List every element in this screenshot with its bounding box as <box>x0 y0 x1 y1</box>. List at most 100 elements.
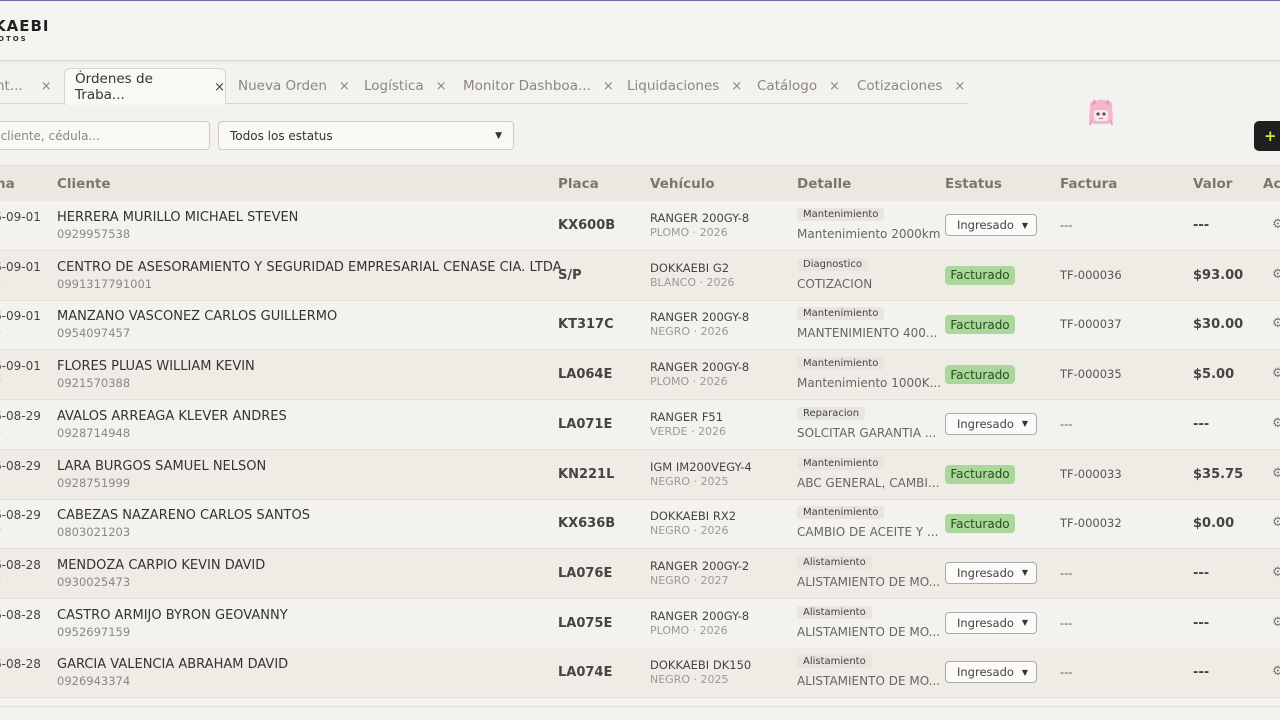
row-client-id: 0803021203 <box>57 525 131 540</box>
chevron-down-icon: ▼ <box>1021 568 1029 578</box>
tab-label: Cotizaciones <box>857 78 943 94</box>
gear-icon[interactable]: ⚙ <box>1272 664 1280 679</box>
row-detail-text: MANTENIMIENTO 400... <box>797 326 938 341</box>
close-icon[interactable]: × <box>829 79 840 94</box>
tab-liquidaciones[interactable]: Liquidaciones × <box>627 68 742 104</box>
row-detail-tag: Mantenimiento <box>797 208 885 221</box>
gear-icon[interactable]: ⚙ <box>1272 416 1280 431</box>
gear-icon[interactable]: ⚙ <box>1272 366 1280 381</box>
close-icon[interactable]: × <box>339 79 350 94</box>
row-plate: LA075E <box>558 615 613 631</box>
row-client-name: AVALOS ARREAGA KLEVER ANDRES <box>57 408 287 424</box>
close-icon[interactable]: × <box>954 79 965 94</box>
orders-table: ha Cliente Placa Vehículo Detalle Estatu… <box>0 165 1280 705</box>
header-valor[interactable]: Valor <box>1193 176 1232 192</box>
row-time: 4 <box>0 325 1 338</box>
row-plate: KT317C <box>558 317 614 333</box>
row-vehicle-info: NEGRO · 2027 <box>650 573 729 587</box>
table-row[interactable]: 6-08-287 GARCIA VALENCIA ABRAHAM DAVID092… <box>0 648 1280 699</box>
tab-cotizaciones[interactable]: Cotizaciones × <box>857 68 965 104</box>
row-time: 7 <box>0 673 1 686</box>
footer-divider <box>0 706 1280 707</box>
status-select[interactable]: Ingresado ▼ <box>945 561 1037 584</box>
row-plate: LA071E <box>558 416 613 432</box>
row-date: 6-09-01 <box>0 359 41 374</box>
row-detail-text: ALISTAMIENTO DE MO... <box>797 624 941 639</box>
gear-icon[interactable]: ⚙ <box>1272 615 1280 630</box>
table-row[interactable]: 6-08-29 7 LARA BURGOS SAMUEL NELSON0928751… <box>0 449 1280 500</box>
tab-0[interactable]: nt... × <box>0 68 52 104</box>
row-client-name: CENTRO DE ASESORAMIENTO Y SEGURIDAD EMPR… <box>57 259 566 275</box>
row-time: 8 <box>0 226 1 239</box>
gear-icon[interactable]: ⚙ <box>1272 565 1280 580</box>
chevron-down-icon: ▼ <box>1021 667 1029 677</box>
brand-logo[interactable]: KAEBI <box>0 17 50 35</box>
gear-icon[interactable]: ⚙ <box>1272 217 1280 232</box>
header-cliente[interactable]: Cliente <box>57 176 111 192</box>
header-estatus[interactable]: Estatus <box>945 176 1002 192</box>
search-input[interactable]: ca, cliente, cédula... <box>0 121 210 150</box>
row-invoice: --- <box>1060 218 1073 232</box>
gear-icon[interactable]: ⚙ <box>1272 267 1280 282</box>
close-icon[interactable]: × <box>603 79 614 94</box>
row-detail-tag: Alistamiento <box>797 555 872 569</box>
tab-label: Monitor Dashboa... <box>463 78 591 94</box>
row-detail-tag: Mantenimiento <box>797 307 885 321</box>
tab-monitor-dashboard[interactable]: Monitor Dashboa... × <box>463 68 614 104</box>
header-vehiculo[interactable]: Vehículo <box>650 176 715 192</box>
row-client-name: MANZANO VASCONEZ CARLOS GUILLERMO <box>57 309 338 325</box>
close-icon[interactable]: × <box>436 79 447 94</box>
status-filter-select[interactable]: Todos los estatus ▼ <box>218 121 514 150</box>
row-vehicle-info: NEGRO · 2026 <box>650 325 729 339</box>
row-detail-text: ALISTAMIENTO DE MO... <box>797 574 941 589</box>
close-icon[interactable]: × <box>214 80 225 95</box>
row-client-id: 0991317791001 <box>57 276 153 291</box>
table-row[interactable]: 6-08-28 8 MENDOZA CARPIO KEVIN DAVID093002… <box>0 548 1280 599</box>
header-detalle[interactable]: Detalle <box>797 176 851 192</box>
close-icon[interactable]: × <box>731 79 742 94</box>
gear-icon[interactable]: ⚙ <box>1272 316 1280 331</box>
header-factura[interactable]: Factura <box>1060 176 1117 192</box>
tab-catalogo[interactable]: Catálogo × <box>757 68 840 104</box>
search-placeholder: ca, cliente, cédula... <box>0 128 100 143</box>
row-date: 6-08-29 <box>0 458 41 473</box>
tab-label: nt... <box>0 78 23 94</box>
row-detail-tag: Reparacion <box>797 406 866 420</box>
gear-icon[interactable]: ⚙ <box>1272 515 1280 530</box>
row-invoice: --- <box>1060 665 1073 680</box>
tab-ordenes-de-trabajo[interactable]: Órdenes de Traba... × <box>64 68 226 105</box>
row-vehicle-info: PLOMO · 2026 <box>650 623 728 637</box>
header-fecha[interactable]: ha <box>0 176 15 192</box>
row-time: 3 <box>0 624 1 637</box>
close-icon[interactable]: × <box>41 79 52 94</box>
row-vehicle-info: VERDE · 2026 <box>650 424 727 438</box>
table-row[interactable]: 6-09-01 8 HERRERA MURILLO MICHAEL STEVEN 09… <box>0 201 1280 251</box>
status-select[interactable]: Ingresado ▼ <box>945 412 1037 435</box>
row-vehicle-model: DOKKAEBI DK150 <box>650 658 752 673</box>
status-select[interactable]: Ingresado ▼ <box>945 214 1037 236</box>
status-select-value: Ingresado <box>957 218 1014 232</box>
tab-label: Órdenes de Traba... <box>75 71 153 103</box>
row-vehicle-model: RANGER 200GY-8 <box>650 310 750 325</box>
row-vehicle-model: DOKKAEBI RX2 <box>650 509 737 524</box>
row-detail-tag: Mantenimiento <box>797 506 885 520</box>
header-placa[interactable]: Placa <box>558 176 599 192</box>
tab-nueva-orden[interactable]: Nueva Orden × <box>238 68 350 104</box>
table-row[interactable]: 6-08-28 3 CASTRO ARMIJO BYRON GEOVANNY0952… <box>0 599 1280 649</box>
row-vehicle-model: DOKKAEBI G2 <box>650 260 730 275</box>
row-vehicle-info: NEGRO · 2025 <box>650 673 729 687</box>
table-row[interactable]: 6-09-014 MANZANO VASCONEZ CARLOS GUILLERM… <box>0 300 1280 351</box>
row-time: 8 <box>0 425 1 438</box>
table-row[interactable]: 6-09-019 FLORES PLUAS WILLIAM KEVIN092157… <box>0 350 1280 401</box>
gear-icon[interactable]: ⚙ <box>1272 466 1280 481</box>
table-row[interactable]: 6-08-29 8 AVALOS ARREAGA KLEVER ANDRES0928… <box>0 400 1280 450</box>
table-row[interactable]: 6-08-299 CABEZAS NAZARENO CARLOS SANTOS08… <box>0 499 1280 550</box>
status-select[interactable]: Ingresado ▼ <box>945 611 1037 634</box>
status-select[interactable]: Ingresado ▼ <box>945 661 1037 684</box>
tab-logistica[interactable]: Logística × <box>364 68 447 104</box>
add-order-button[interactable]: + <box>1254 121 1280 151</box>
row-date: 6-08-28 <box>0 657 41 672</box>
row-invoice: TF-000032 <box>1060 516 1122 531</box>
status-badge: Facturado <box>945 365 1015 385</box>
table-row[interactable]: 6-09-01 8 CENTRO DE ASESORAMIENTO Y SEGURI… <box>0 250 1280 301</box>
